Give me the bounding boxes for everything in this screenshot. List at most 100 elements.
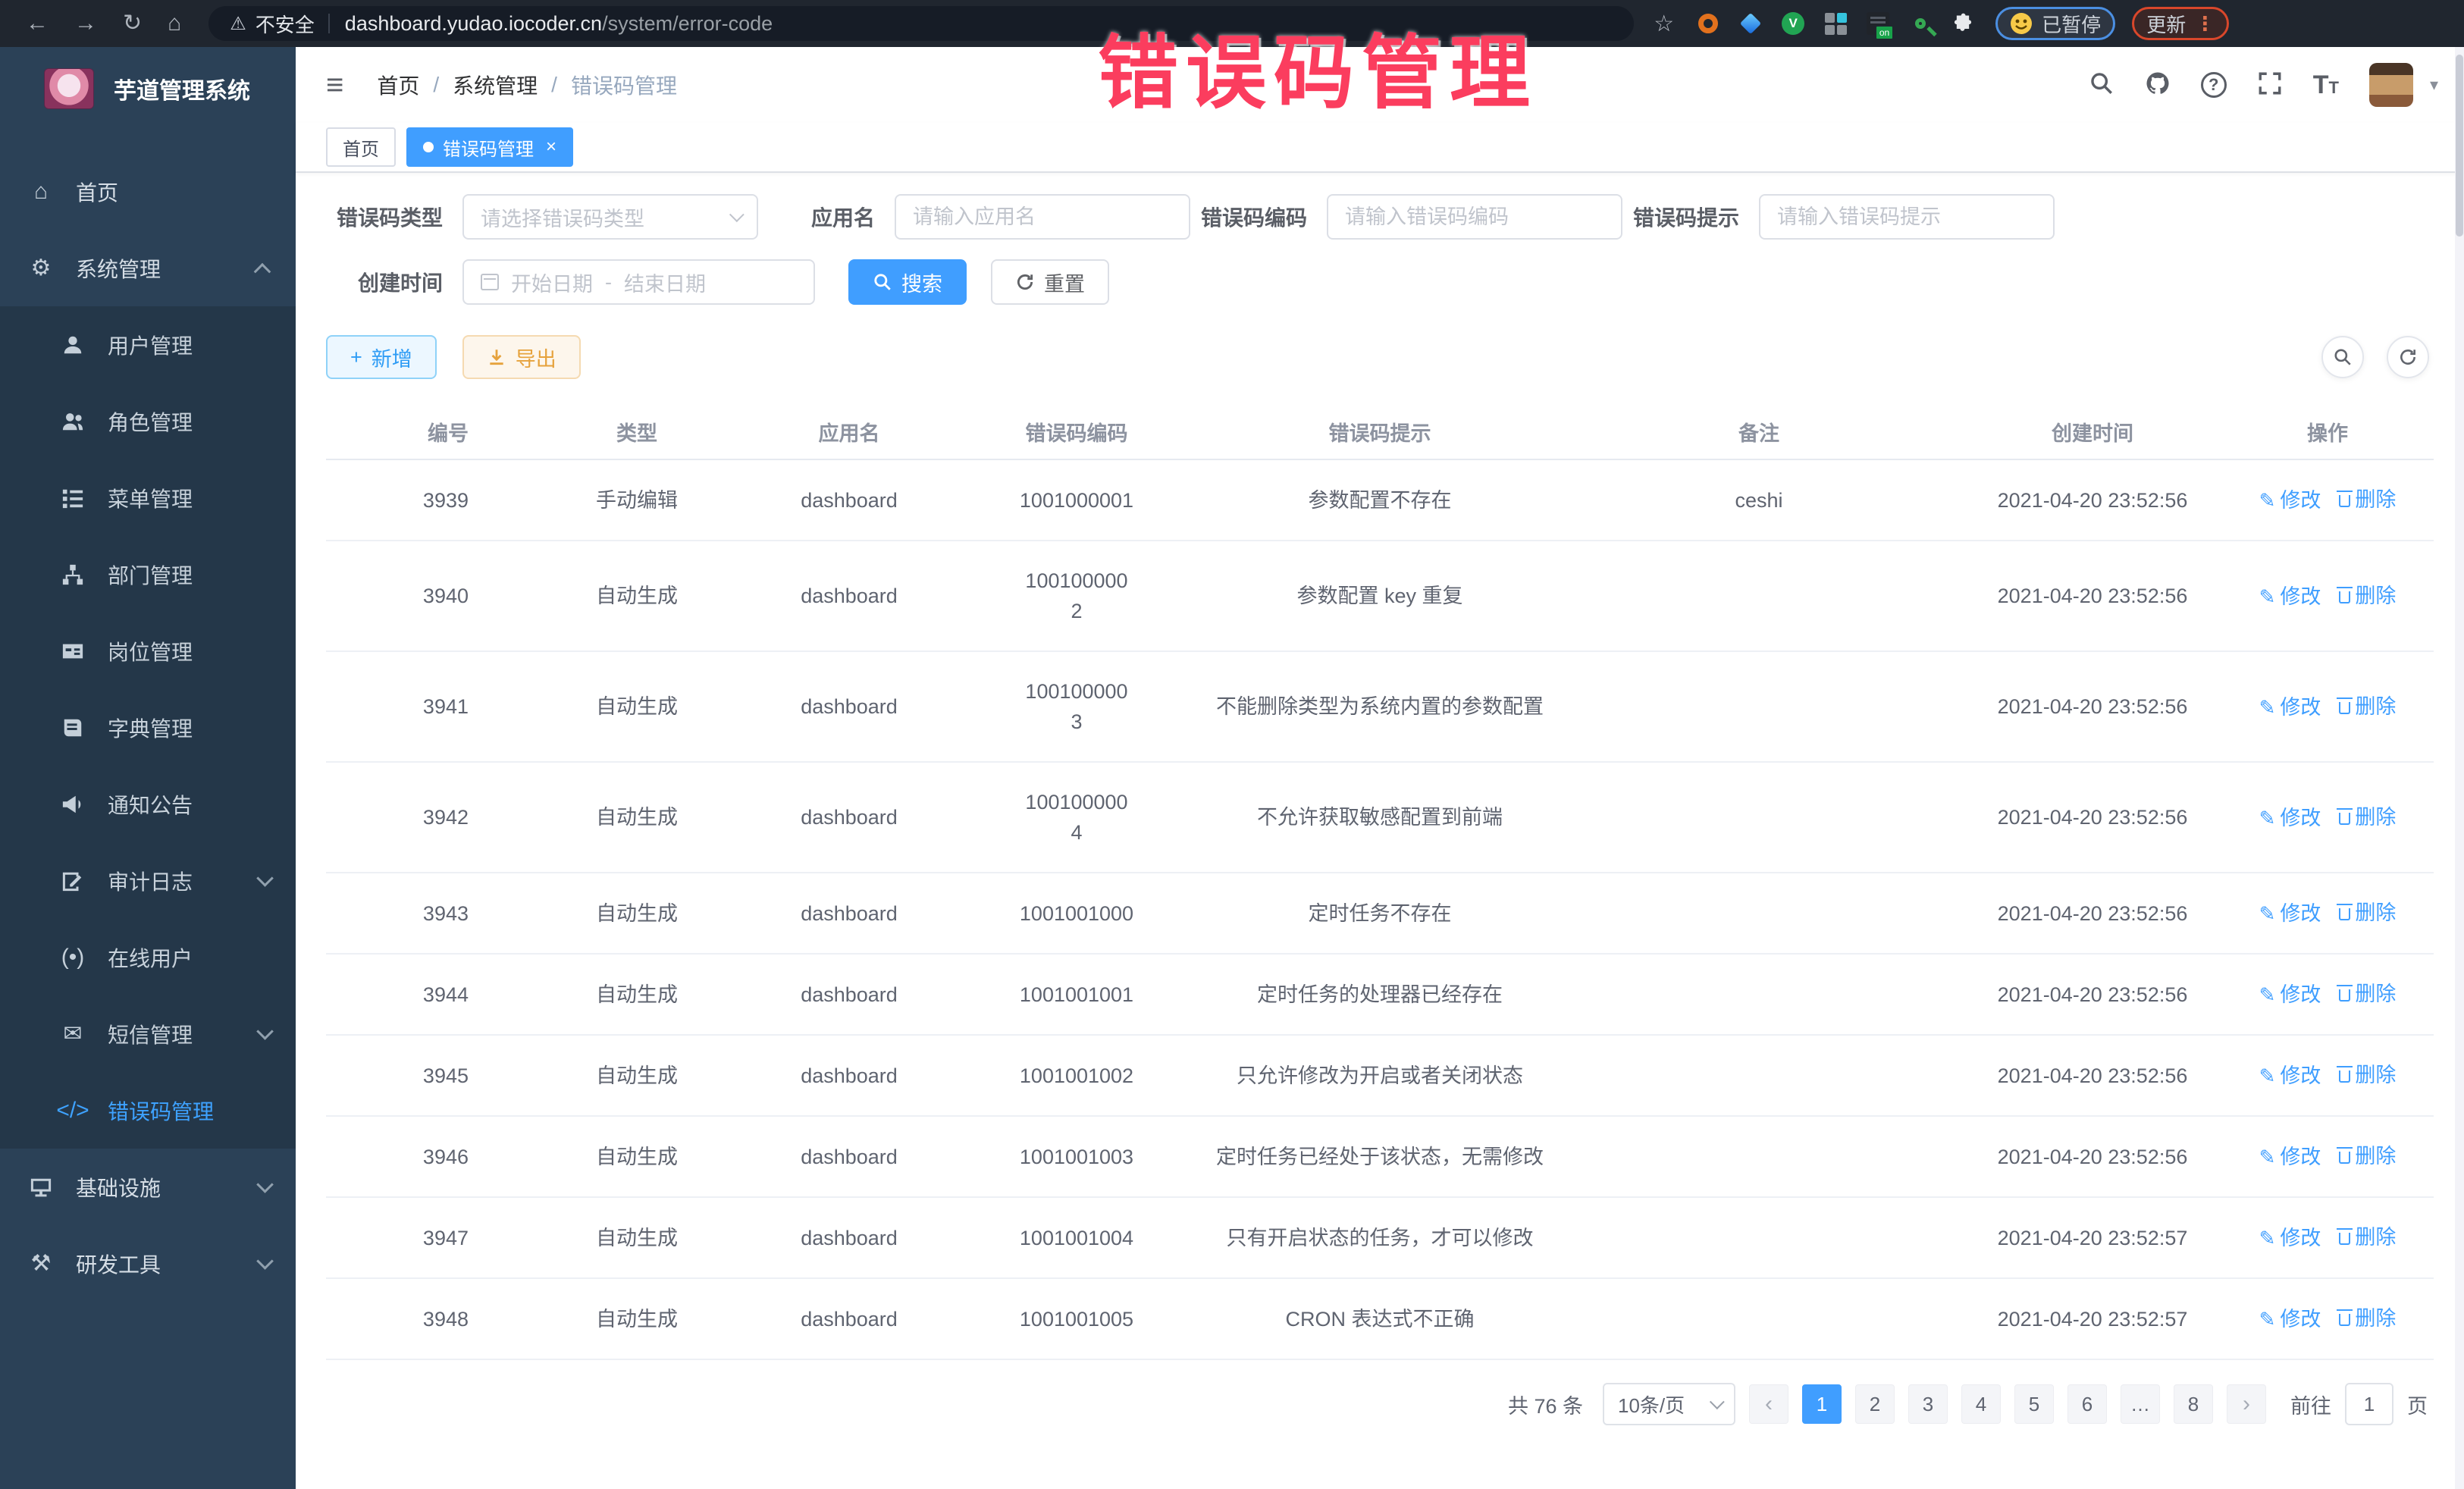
page-button-3[interactable]: 3 [1908,1384,1948,1424]
date-range-picker[interactable]: 开始日期 - 结束日期 [462,259,815,305]
page-size-select[interactable]: 10条/页 [1603,1383,1735,1425]
breadcrumb-system[interactable]: 系统管理 [453,70,538,100]
edit-link[interactable]: ✎修改 [2259,1223,2321,1253]
address-bar[interactable]: ⚠ 不安全 dashboard.yudao.iocoder.cn/system/… [208,6,1634,41]
edit-link[interactable]: ✎修改 [2259,692,2321,723]
sidebar-item-post[interactable]: 岗位管理 [0,613,296,689]
page-button-4[interactable]: 4 [1961,1384,2001,1424]
tag-home[interactable]: 首页 [326,127,396,167]
delete-link[interactable]: 删除 [2339,691,2396,722]
sidebar-item-notice[interactable]: 通知公告 [0,766,296,842]
delete-link[interactable]: 删除 [2339,1060,2396,1090]
extensions-puzzle-icon[interactable] [1951,12,1974,35]
window-scrollbar[interactable] [2455,47,2464,1489]
extension-grid-icon[interactable] [1824,12,1847,35]
app-name-input[interactable] [913,205,1172,229]
page-button-6[interactable]: 6 [2067,1384,2107,1424]
delete-link[interactable]: 删除 [2339,1141,2396,1171]
sidebar-item-home[interactable]: ⌂ 首页 [0,153,296,230]
trash-icon [2339,989,2350,1002]
export-button[interactable]: 导出 [462,335,581,379]
delete-link[interactable]: 删除 [2339,1222,2396,1252]
page-button-8[interactable]: 8 [2174,1384,2213,1424]
edit-link[interactable]: ✎修改 [2259,485,2321,516]
extension-gem-icon[interactable] [1739,12,1762,35]
back-icon[interactable]: ← [26,12,49,35]
sidebar-item-system[interactable]: ⚙ 系统管理 [0,230,296,306]
toggle-search-button[interactable] [2321,336,2364,378]
tag-label: 首页 [343,134,379,161]
sidebar-item-user[interactable]: 用户管理 [0,306,296,383]
user-avatar[interactable] [2369,63,2413,107]
delete-link[interactable]: 删除 [2339,484,2396,515]
fullscreen-icon[interactable] [2257,71,2283,100]
delete-link[interactable]: 删除 [2339,979,2396,1009]
extension-onenote-icon[interactable]: on [1867,12,1889,35]
edit-link[interactable]: ✎修改 [2259,1142,2321,1172]
sidebar-item-audit[interactable]: 审计日志 [0,842,296,919]
bookmark-star-icon[interactable]: ☆ [1654,11,1674,37]
sidebar-item-role[interactable]: 角色管理 [0,383,296,459]
goto-page-input[interactable] [2345,1383,2393,1425]
home-icon[interactable]: ⌂ [168,12,181,35]
extension-orange-icon[interactable] [1697,12,1719,35]
caret-down-icon[interactable]: ▾ [2430,75,2438,95]
edit-link[interactable]: ✎修改 [2259,581,2321,612]
errcode-msg-input[interactable] [1777,205,2036,229]
edit-link[interactable]: ✎修改 [2259,1061,2321,1091]
cell-type: 自动生成 [523,873,751,954]
extension-key-icon[interactable] [1909,12,1932,35]
cell-created: 2021-04-20 23:52:56 [1964,762,2221,873]
errcode-type-select[interactable]: 请选择错误码类型 [462,194,758,240]
sidebar-item-errcode[interactable]: </> 错误码管理 [0,1072,296,1149]
browser-menu-icon[interactable]: ⋮ [2195,12,2215,36]
edit-link[interactable]: ✎修改 [2259,803,2321,833]
profile-paused-chip[interactable]: 已暂停 [1995,7,2115,40]
reset-button[interactable]: 重置 [991,259,1109,305]
help-icon[interactable]: ? [2201,72,2227,98]
close-icon[interactable]: × [546,136,556,158]
search-button[interactable]: 搜索 [848,259,967,305]
sidebar-item-menu[interactable]: 菜单管理 [0,459,296,536]
github-icon[interactable] [2145,71,2171,100]
sidebar-item-online[interactable]: (•) 在线用户 [0,919,296,995]
search-icon [873,272,892,292]
sidebar-item-sms[interactable]: ✉ 短信管理 [0,995,296,1072]
top-navbar: ≡ 首页 / 系统管理 / 错误码管理 ? TT ▾ [296,47,2464,123]
sidebar-item-infra[interactable]: 基础设施 [0,1149,296,1225]
sidebar-item-dict[interactable]: 字典管理 [0,689,296,766]
delete-link[interactable]: 删除 [2339,802,2396,832]
search-icon[interactable] [2089,71,2114,100]
table-row: 3945自动生成dashboard1001001002只允许修改为开启或者关闭状… [326,1035,2434,1116]
edit-link[interactable]: ✎修改 [2259,898,2321,929]
forward-icon[interactable]: → [74,12,97,35]
update-chip[interactable]: 更新 ⋮ [2132,7,2229,40]
sidebar-item-dept[interactable]: 部门管理 [0,536,296,613]
prev-page-button[interactable]: ‹ [1749,1384,1788,1424]
delete-link[interactable]: 删除 [2339,581,2396,611]
page-button-5[interactable]: 5 [2014,1384,2054,1424]
page-ellipsis-button[interactable]: … [2121,1384,2160,1424]
extension-v-icon[interactable]: V [1782,12,1804,35]
navbar-actions: ? TT ▾ [2089,63,2438,107]
logo-row[interactable]: 芋道管理系统 [0,47,296,130]
delete-link[interactable]: 删除 [2339,898,2396,928]
page-button-1[interactable]: 1 [1802,1384,1842,1424]
sidebar-item-devtool[interactable]: ⚒ 研发工具 [0,1225,296,1302]
scrollbar-thumb[interactable] [2456,55,2463,237]
next-page-button[interactable]: › [2227,1384,2266,1424]
sidebar-item-label: 部门管理 [108,560,193,590]
breadcrumb-home[interactable]: 首页 [377,70,419,100]
errcode-code-input[interactable] [1345,205,1604,229]
refresh-table-button[interactable] [2387,336,2429,378]
add-button[interactable]: + 新增 [326,335,437,379]
sidebar-fold-icon[interactable]: ≡ [326,68,343,102]
font-size-icon[interactable]: TT [2313,71,2339,100]
edit-link[interactable]: ✎修改 [2259,1304,2321,1334]
page-button-2[interactable]: 2 [1855,1384,1895,1424]
delete-link[interactable]: 删除 [2339,1303,2396,1334]
edit-link[interactable]: ✎修改 [2259,980,2321,1010]
reload-icon[interactable]: ↻ [123,12,142,35]
tag-errcode[interactable]: 错误码管理 × [406,127,573,167]
cell-memo: ceshi [1554,459,1964,541]
